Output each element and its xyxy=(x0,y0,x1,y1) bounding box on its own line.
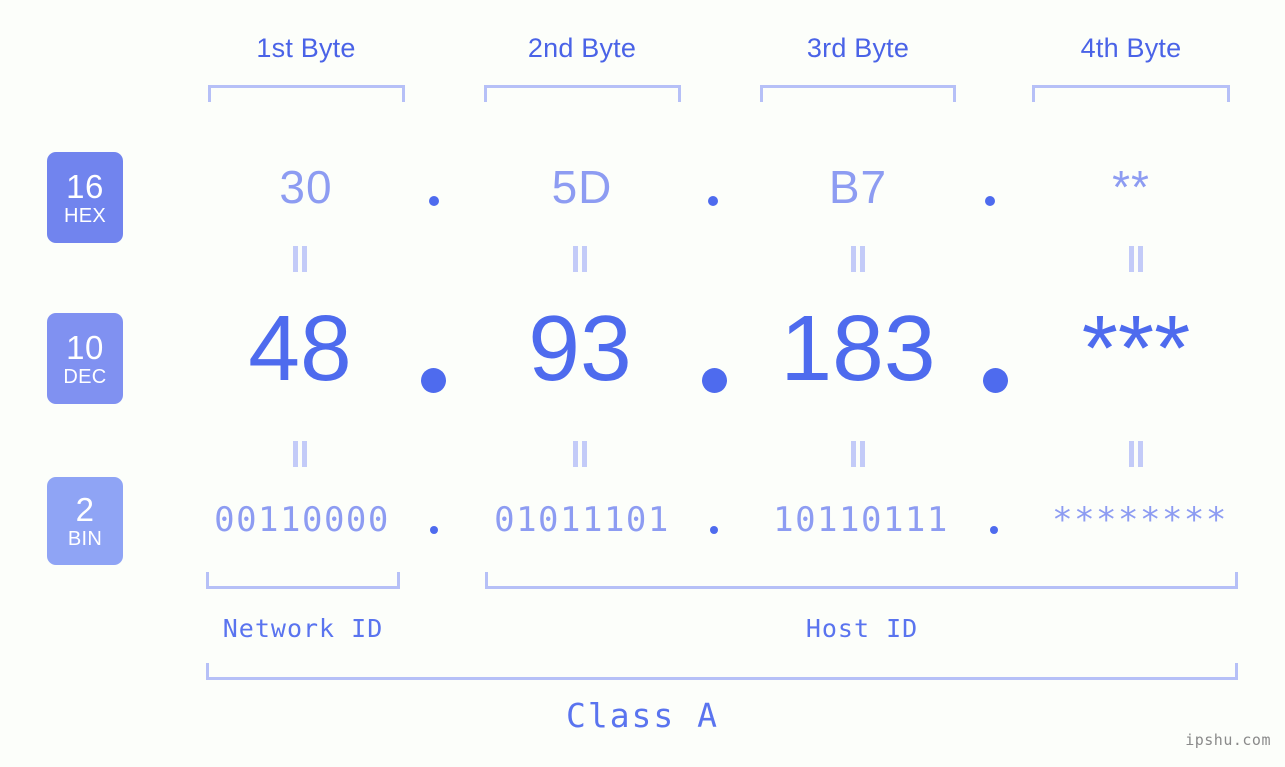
dec-byte-3: 183 xyxy=(780,296,936,400)
byte-bracket-3 xyxy=(760,85,956,102)
site-watermark: ipshu.com xyxy=(1185,731,1271,749)
byte-header-2: 2nd Byte xyxy=(527,33,637,63)
bin-byte-3: 10110111 xyxy=(773,500,949,540)
hex-byte-2: 5D xyxy=(551,161,613,213)
radix-badge-dec: 10 DEC xyxy=(47,313,123,404)
byte-bracket-1 xyxy=(208,85,405,102)
equals-icon-dec-bin-4 xyxy=(1128,441,1144,467)
radix-badge-bin-number: 2 xyxy=(75,491,95,528)
radix-badge-dec-number: 10 xyxy=(66,328,104,366)
radix-badge-hex-number: 16 xyxy=(66,167,104,205)
class-label: Class A xyxy=(565,696,720,735)
ip-byte-breakdown-diagram: 1st Byte 2nd Byte 3rd Byte 4th Byte 16 H… xyxy=(0,0,1285,767)
hex-separator-2 xyxy=(708,196,718,206)
bin-separator-1 xyxy=(430,526,438,534)
byte-bracket-2 xyxy=(484,85,681,102)
dec-byte-1: 48 xyxy=(248,296,352,400)
equals-icon-hex-dec-4 xyxy=(1128,246,1144,272)
hex-byte-4: ** xyxy=(1112,161,1150,213)
dec-separator-1 xyxy=(421,368,446,393)
hex-byte-3: B7 xyxy=(828,161,888,213)
byte-header-1: 1st Byte xyxy=(256,33,356,63)
hex-byte-1: 30 xyxy=(279,161,333,213)
bin-byte-4: ******** xyxy=(1052,500,1228,540)
equals-icon-dec-bin-2 xyxy=(572,441,588,467)
bin-byte-1: 00110000 xyxy=(214,500,390,540)
radix-badge-bin: 2 BIN xyxy=(47,477,123,565)
bin-separator-3 xyxy=(990,526,998,534)
hex-separator-3 xyxy=(985,196,995,206)
dec-byte-2: 93 xyxy=(528,296,632,400)
radix-badge-dec-abbr: DEC xyxy=(63,365,107,388)
equals-icon-hex-dec-1 xyxy=(292,246,308,272)
dec-byte-4: *** xyxy=(1081,296,1191,400)
byte-header-4: 4th Byte xyxy=(1080,33,1182,63)
byte-bracket-4 xyxy=(1032,85,1230,102)
radix-badge-bin-abbr: BIN xyxy=(67,528,103,550)
bin-separator-2 xyxy=(710,526,718,534)
radix-badge-hex-abbr: HEX xyxy=(63,204,107,227)
host-id-bracket xyxy=(485,572,1238,589)
class-bracket xyxy=(206,663,1238,680)
equals-icon-hex-dec-3 xyxy=(850,246,866,272)
network-id-label: Network ID xyxy=(222,614,384,643)
bin-byte-2: 01011101 xyxy=(494,500,670,540)
equals-icon-hex-dec-2 xyxy=(572,246,588,272)
dec-separator-3 xyxy=(983,368,1008,393)
byte-header-3: 3rd Byte xyxy=(806,33,910,63)
hex-separator-1 xyxy=(429,196,439,206)
equals-icon-dec-bin-1 xyxy=(292,441,308,467)
radix-badge-hex: 16 HEX xyxy=(47,152,123,243)
equals-icon-dec-bin-3 xyxy=(850,441,866,467)
host-id-label: Host ID xyxy=(805,614,919,643)
dec-separator-2 xyxy=(702,368,727,393)
network-id-bracket xyxy=(206,572,400,589)
